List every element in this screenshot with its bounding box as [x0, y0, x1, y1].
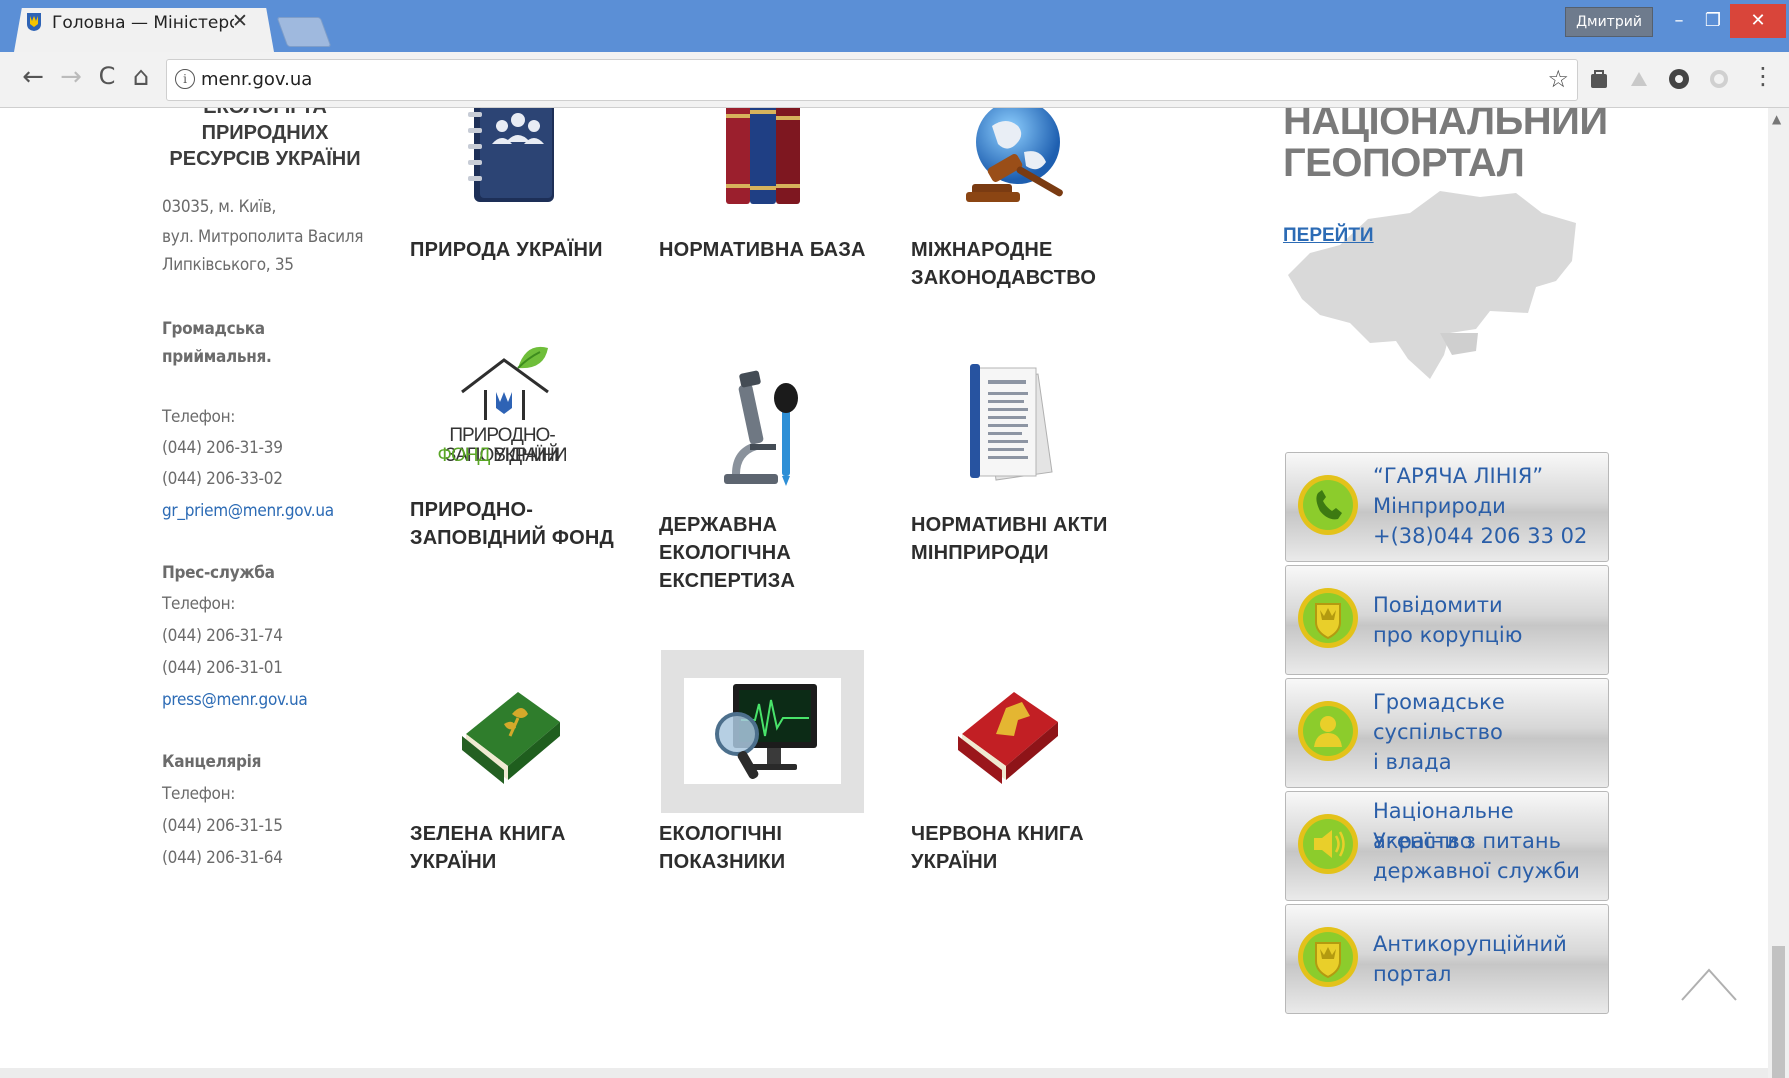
tile-reserve-fund-label[interactable]: ПРИРОДНО-ЗАПОВІДНИЙ ФОНД: [410, 496, 630, 552]
reserve-logo-line2: ФОНД УКРАЇНИ: [412, 446, 592, 466]
extension-ghost-icon[interactable]: [1706, 66, 1732, 92]
office-phone-2: (044) 206-31-64: [162, 848, 283, 868]
report-corruption-banner[interactable]: Повідомити про корупцію: [1285, 565, 1609, 675]
anticorruption-line1: Антикорупційний: [1373, 932, 1567, 956]
browser-titlebar: Головна — Міністерство ✕ Дмитрий – ❐ ✕: [0, 0, 1789, 52]
hotline-line3: +(38)044 206 33 02: [1373, 524, 1588, 548]
tile-eco-indicators-hover[interactable]: [661, 650, 864, 813]
press-phone-1: (044) 206-31-74: [162, 626, 283, 646]
extension-circle-icon[interactable]: [1666, 66, 1692, 92]
tab-close-icon[interactable]: ✕: [232, 10, 248, 32]
civil-society-banner[interactable]: Громадське суспільство і влада: [1285, 678, 1609, 788]
tile-ministry-acts-label[interactable]: НОРМАТИВНІ АКТИ МІНПРИРОДИ: [911, 511, 1141, 567]
tile-eco-indicators-label[interactable]: ЕКОЛОГІЧНІ ПОКАЗНИКИ: [659, 820, 889, 876]
red-book-icon[interactable]: [952, 678, 1066, 790]
report-corruption-line2: про корупцію: [1373, 623, 1523, 647]
hotline-banner[interactable]: “ГАРЯЧА ЛІНІЯ” Мінприроди +(38)044 206 3…: [1285, 452, 1609, 562]
page-content: ЕКОЛОГІЇ ТА ПРИРОДНИХ РЕСУРСІВ УКРАЇНИ 0…: [0, 108, 1768, 1078]
tile-eco-expertise-label[interactable]: ДЕРЖАВНА ЕКОЛОГІЧНА ЕКСПЕРТИЗА: [659, 511, 889, 595]
civil-society-line2: суспільство: [1373, 720, 1503, 744]
press-email-link[interactable]: press@menr.gov.ua: [162, 685, 308, 716]
geoportal-link[interactable]: ПЕРЕЙТИ: [1283, 225, 1374, 247]
ukraine-emblem-icon: [27, 13, 41, 31]
browser-toolbar: ← → C ⌂ i menr.gov.ua ☆ ⋮: [0, 52, 1789, 108]
geoportal-title-line1: НАЦІОНАЛЬНИЙ: [1283, 108, 1608, 143]
address-book-icon[interactable]: [466, 108, 560, 210]
office-title: Канцелярія: [162, 752, 262, 772]
page-scrollbar[interactable]: ▲: [1768, 108, 1789, 1078]
hotline-line2: Мінприроди: [1373, 494, 1506, 518]
phone-icon: [1298, 475, 1358, 535]
reserve-fund-logo[interactable]: ПРИРОДНО-ЗАПОВІДНИЙ ФОНД УКРАЇНИ: [412, 346, 592, 466]
microscope-icon[interactable]: [716, 370, 808, 488]
footer-band: [0, 1068, 1768, 1078]
scroll-to-top-icon[interactable]: [1680, 966, 1738, 1002]
address-line-1: 03035, м. Київ,: [162, 197, 277, 217]
speaker-icon: [1298, 814, 1358, 874]
reception-phone-1: (044) 206-31-39: [162, 438, 283, 458]
home-button[interactable]: ⌂: [124, 62, 158, 92]
green-book-icon[interactable]: [456, 678, 568, 790]
office-phone-1: (044) 206-31-15: [162, 816, 283, 836]
reception-email-link[interactable]: gr_priem@menr.gov.ua: [162, 496, 334, 527]
anticorruption-line2: портал: [1373, 962, 1452, 986]
restore-button[interactable]: ❐: [1696, 4, 1730, 38]
extension-bag-icon[interactable]: [1586, 66, 1612, 92]
org-name: ЕКОЛОГІЇ ТА ПРИРОДНИХ РЕСУРСІВ УКРАЇНИ: [169, 108, 361, 170]
tile-nature-label[interactable]: ПРИРОДА УКРАЇНИ: [410, 236, 640, 264]
ukraine-map-icon: [1288, 191, 1576, 379]
civil-service-line3: державної служби: [1373, 859, 1580, 883]
reserve-logo-ukraine: УКРАЇНИ: [489, 445, 568, 466]
press-phone-2: (044) 206-31-01: [162, 658, 283, 678]
reception-phone-2: (044) 206-33-02: [162, 469, 283, 489]
civil-service-agency-banner[interactable]: Національне агенство України з питань де…: [1285, 791, 1609, 901]
reload-button[interactable]: C: [90, 62, 124, 90]
geoportal-title-line2: ГЕОПОРТАЛ: [1283, 141, 1525, 185]
bookmark-star-icon[interactable]: ☆: [1547, 65, 1569, 93]
address-bar[interactable]: i menr.gov.ua ☆: [166, 59, 1578, 101]
profile-button[interactable]: Дмитрий: [1565, 7, 1653, 37]
extension-drive-icon[interactable]: [1626, 66, 1652, 92]
scrollbar-thumb[interactable]: [1772, 946, 1785, 1078]
reserve-logo-fund: ФОНД: [437, 445, 491, 466]
back-button[interactable]: ←: [16, 62, 50, 92]
reception-phone-label: Телефон:: [162, 407, 236, 427]
tile-red-book-label[interactable]: ЧЕРВОНА КНИГА УКРАЇНИ: [911, 820, 1141, 876]
monitor-magnifier-icon: [715, 684, 817, 780]
press-title: Прес-служба: [162, 563, 275, 583]
documents-icon[interactable]: [966, 362, 1062, 486]
tile-international-law-label[interactable]: МІЖНАРОДНЕ ЗАКОНОДАВСТВО: [911, 236, 1141, 292]
reception-title: Громадська: [162, 319, 265, 339]
shield-icon: [1298, 588, 1358, 648]
civil-society-line1: Громадське: [1373, 690, 1505, 714]
shield-icon: [1298, 927, 1358, 987]
civil-service-line2: України з питань: [1373, 829, 1561, 853]
info-icon[interactable]: i: [175, 69, 195, 89]
reserve-house-icon: [461, 346, 549, 420]
globe-gavel-icon[interactable]: [962, 108, 1068, 212]
hotline-line1: “ГАРЯЧА ЛІНІЯ”: [1373, 464, 1544, 488]
civil-society-line3: і влада: [1373, 750, 1452, 774]
close-window-button[interactable]: ✕: [1730, 4, 1786, 38]
reception-title-2: приймальня.: [162, 347, 272, 367]
scroll-up-arrow-icon[interactable]: ▲: [1772, 112, 1781, 126]
report-corruption-line1: Повідомити: [1373, 593, 1503, 617]
new-tab-button[interactable]: [276, 17, 332, 47]
minimize-button[interactable]: –: [1662, 4, 1696, 38]
tab-title: Головна — Міністерство: [52, 13, 234, 33]
tile-green-book-label[interactable]: ЗЕЛЕНА КНИГА УКРАЇНИ: [410, 820, 640, 876]
forward-button[interactable]: →: [54, 62, 88, 92]
url-text[interactable]: menr.gov.ua: [201, 69, 312, 90]
browser-menu-icon[interactable]: ⋮: [1746, 62, 1780, 90]
press-phone-label: Телефон:: [162, 594, 236, 614]
tile-normative-base-label[interactable]: НОРМАТИВНА БАЗА: [659, 236, 889, 264]
address-line-2: вул. Митрополита Василя: [162, 227, 364, 247]
person-icon: [1298, 701, 1358, 761]
address-line-3: Липківського, 35: [162, 255, 294, 275]
anticorruption-portal-banner[interactable]: Антикорупційний портал: [1285, 904, 1609, 1014]
office-phone-label: Телефон:: [162, 784, 236, 804]
books-icon[interactable]: [722, 108, 806, 212]
